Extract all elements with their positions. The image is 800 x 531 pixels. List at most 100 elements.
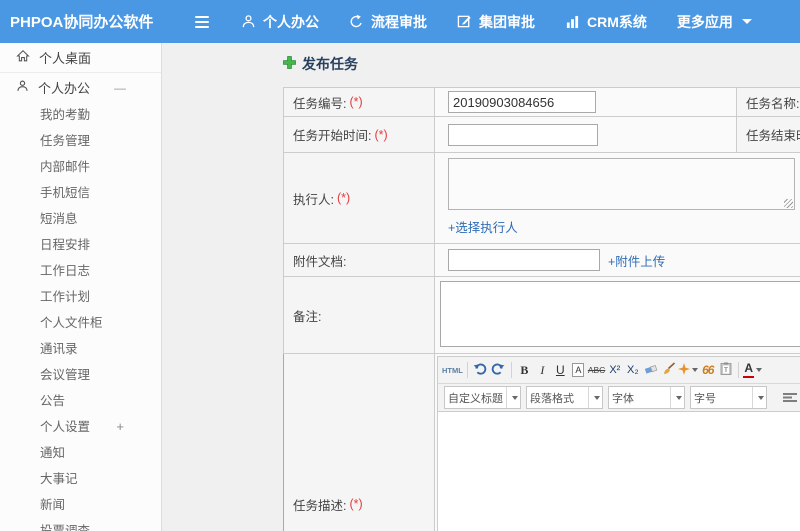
align-left-button[interactable]	[781, 388, 798, 408]
hamburger-menu-icon[interactable]	[195, 15, 209, 28]
nav-item-crm-system[interactable]: CRM系统	[565, 12, 647, 32]
dropdown-value: 字号	[694, 392, 716, 405]
sidebar-item-schedule[interactable]: 日程安排	[0, 232, 161, 258]
nav-item-more-apps[interactable]: 更多应用	[677, 12, 752, 32]
sidebar-item-partial[interactable]: 投票调查	[0, 518, 161, 531]
caret-down-icon	[755, 368, 762, 372]
editor-content-area[interactable]	[438, 412, 800, 531]
sidebar-item-label: 新闻	[40, 498, 66, 512]
executor-cell: +选择执行人 提醒执行人: 短消息提示	[435, 153, 800, 261]
sidebar-item-label: 个人桌面	[39, 51, 92, 66]
top-nav: 个人办公 流程审批 集团审批 CRM系统 更多应用	[241, 12, 752, 32]
editor-toolbar-row2: 自定义标题 段落格式 字体 字号	[438, 384, 800, 412]
editor-toolbar-row1: HTML B I U A ABC X² X₂ 66 T A	[438, 357, 800, 384]
description-label: 任务描述: (*)	[283, 354, 435, 531]
sidebar-item-address-book[interactable]: 通讯录	[0, 336, 161, 362]
sidebar-item-mobile-sms[interactable]: 手机短信	[0, 180, 161, 206]
task-number-cell	[435, 87, 737, 117]
underline-button[interactable]: U	[552, 360, 569, 380]
paste-plain-button[interactable]: T	[717, 360, 734, 380]
sidebar-item-my-attendance[interactable]: 我的考勤	[0, 102, 161, 128]
task-number-input[interactable]	[448, 91, 596, 113]
dropdown-value: 自定义标题	[448, 392, 503, 405]
nav-label: 个人办公	[263, 13, 319, 30]
sidebar-item-announcement[interactable]: 公告	[0, 388, 161, 414]
bar-chart-icon	[565, 15, 580, 29]
font-style-button[interactable]: A	[572, 363, 585, 377]
alignment-buttons	[781, 388, 800, 408]
format-brush-button[interactable]	[660, 360, 677, 380]
sidebar-item-news[interactable]: 新闻	[0, 492, 161, 518]
superscript-button[interactable]: X²	[606, 360, 623, 380]
redo-button[interactable]	[490, 360, 507, 380]
sidebar-item-label: 内部邮件	[40, 160, 91, 174]
required-mark: (*)	[349, 497, 363, 511]
sidebar-item-label: 工作计划	[40, 290, 91, 304]
rich-text-editor: HTML B I U A ABC X² X₂ 66 T A 自定义标题 段落格式…	[437, 356, 800, 531]
bold-button[interactable]: B	[516, 360, 533, 380]
font-color-button[interactable]: A	[743, 360, 762, 380]
description-cell: HTML B I U A ABC X² X₂ 66 T A 自定义标题 段落格式…	[435, 354, 800, 531]
sidebar-item-label: 投票调查	[40, 524, 91, 531]
field-label: 备注:	[293, 309, 322, 324]
nav-label: 集团审批	[479, 13, 535, 30]
sidebar-item-short-message[interactable]: 短消息	[0, 206, 161, 232]
sidebar-item-label: 日程安排	[40, 238, 91, 252]
eraser-button[interactable]	[642, 360, 659, 380]
html-source-button[interactable]: HTML	[442, 360, 463, 380]
nav-item-group-approval[interactable]: 集团审批	[457, 12, 535, 32]
field-label: 任务开始时间:	[293, 129, 372, 143]
required-mark: (*)	[336, 191, 351, 205]
paragraph-format-dropdown[interactable]: 段落格式	[526, 386, 603, 409]
sidebar-item-label: 我的考勤	[40, 108, 91, 122]
paste-icon: T	[720, 362, 732, 378]
undo-button[interactable]	[472, 360, 489, 380]
italic-button[interactable]: I	[534, 360, 551, 380]
font-size-dropdown[interactable]: 字号	[690, 386, 767, 409]
attachment-cell: +附件上传	[435, 244, 800, 277]
nav-item-workflow-approval[interactable]: 流程审批	[349, 12, 427, 32]
sidebar-item-label: 手机短信	[40, 186, 91, 200]
sidebar-item-label: 公告	[40, 394, 66, 408]
field-label: 任务编号:	[293, 96, 347, 111]
field-label: 执行人:	[293, 192, 334, 207]
sidebar-item-work-plan[interactable]: 工作计划	[0, 284, 161, 310]
sidebar-item-personal-file-cabinet[interactable]: 个人文件柜	[0, 310, 161, 336]
executor-textarea[interactable]	[448, 158, 795, 210]
remark-textarea[interactable]	[440, 281, 800, 347]
sidebar-group-personal-office[interactable]: 个人办公 —	[0, 73, 161, 102]
executor-label: 执行人: (*)	[283, 153, 435, 244]
sidebar-item-label: 工作日志	[40, 264, 91, 278]
attachment-input[interactable]	[448, 249, 600, 271]
sidebar-item-personal-desktop[interactable]: 个人桌面	[0, 43, 161, 73]
field-label: 任务名称:	[746, 96, 800, 111]
blockquote-button[interactable]: 66	[699, 360, 716, 380]
svg-text:T: T	[724, 367, 728, 374]
font-family-dropdown[interactable]: 字体	[608, 386, 685, 409]
auto-typeset-button[interactable]	[678, 360, 699, 380]
required-mark: (*)	[374, 127, 388, 142]
sidebar-item-personal-settings[interactable]: 个人设置 +	[0, 414, 161, 440]
start-time-input[interactable]	[448, 123, 598, 146]
sidebar-item-meeting-management[interactable]: 会议管理	[0, 362, 161, 388]
custom-heading-dropdown[interactable]: 自定义标题	[444, 386, 521, 409]
sidebar-item-work-log[interactable]: 工作日志	[0, 258, 161, 284]
page-title-text: 发布任务	[302, 56, 358, 72]
sidebar-item-label: 短消息	[40, 212, 78, 226]
page-title: 发布任务	[283, 54, 358, 74]
expand-plus-icon[interactable]: +	[116, 414, 124, 440]
subscript-button[interactable]: X₂	[624, 360, 641, 380]
sidebar-group-label: 个人办公	[38, 81, 91, 96]
collapse-minus-icon[interactable]: —	[114, 81, 126, 95]
sidebar-item-task-management[interactable]: 任务管理	[0, 128, 161, 154]
choose-executor-link[interactable]: +选择执行人	[448, 217, 800, 236]
attachment-upload-link[interactable]: +附件上传	[608, 251, 665, 270]
strikethrough-button[interactable]: ABC	[588, 360, 605, 380]
sidebar-item-label: 个人文件柜	[40, 316, 103, 330]
sidebar-item-major-events[interactable]: 大事记	[0, 466, 161, 492]
sidebar-item-notice[interactable]: 通知	[0, 440, 161, 466]
caret-down-icon	[593, 395, 600, 400]
top-header: PHPOA协同办公软件 个人办公 流程审批 集团审批 CRM系统 更多应用	[0, 0, 800, 43]
nav-item-personal-office[interactable]: 个人办公	[241, 12, 319, 32]
sidebar-item-internal-mail[interactable]: 内部邮件	[0, 154, 161, 180]
